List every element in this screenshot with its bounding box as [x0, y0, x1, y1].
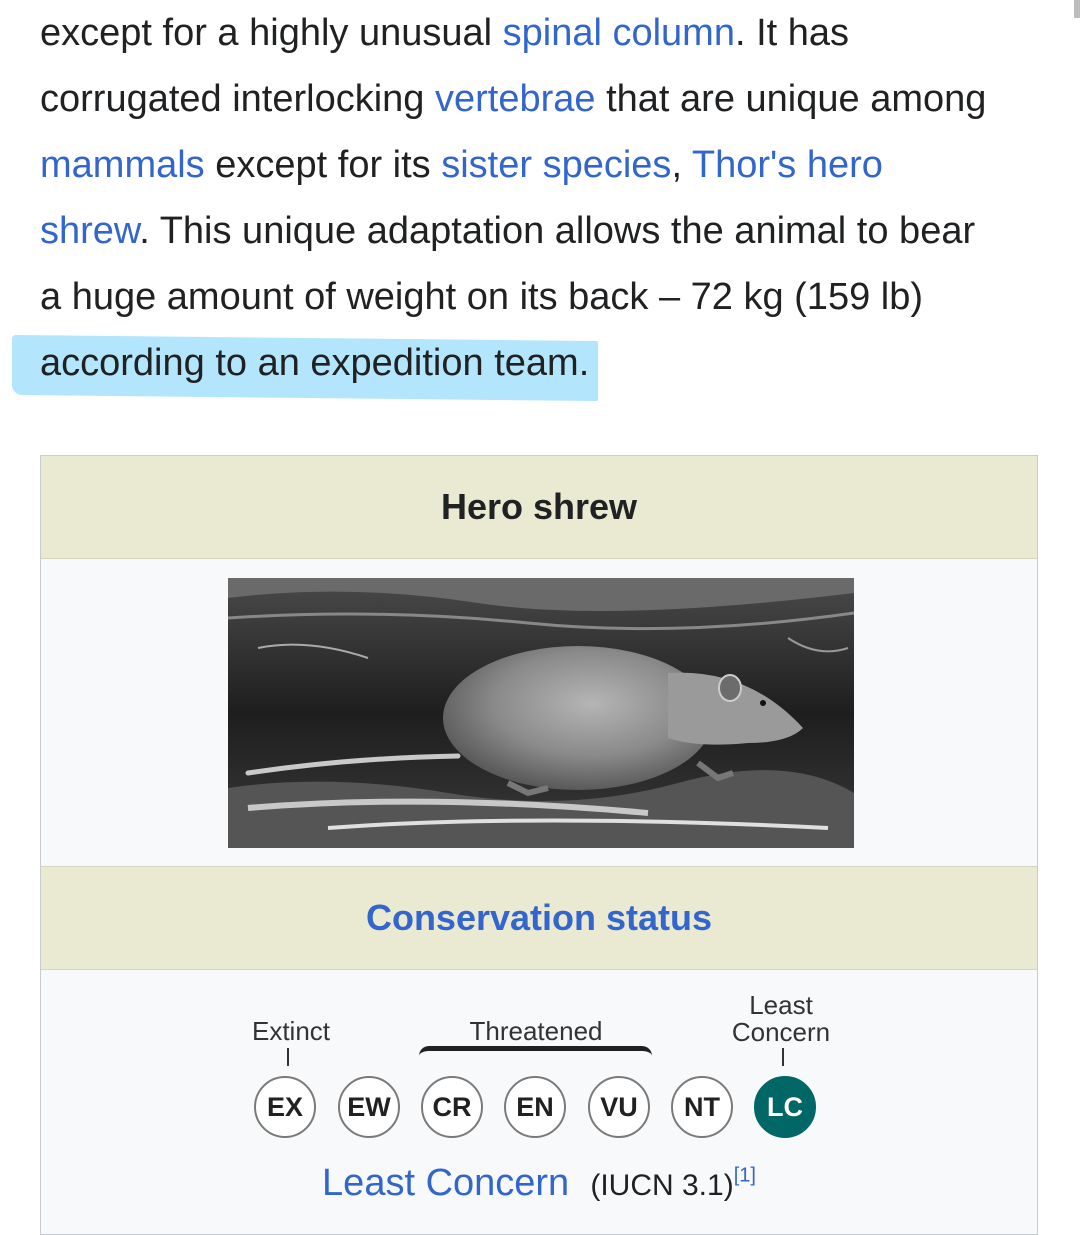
text-segment: ,: [671, 144, 692, 186]
status-lc-button[interactable]: LC: [754, 1076, 816, 1138]
least-concern-label-line1: Least: [749, 990, 813, 1020]
least-concern-link[interactable]: Least Concern: [322, 1162, 569, 1204]
highlighted-text: according to an expedition team: [40, 342, 579, 384]
text-segment: that are unique among: [595, 78, 987, 120]
conservation-status-header[interactable]: Conservation status: [41, 866, 1037, 970]
text-segment: .: [578, 342, 590, 384]
article-link[interactable]: vertebrae: [435, 78, 596, 120]
conservation-status-text: Least Concern (IUCN 3.1)[1]: [41, 1162, 1037, 1205]
extinct-tick: [287, 1048, 289, 1066]
article-link[interactable]: spinal column: [503, 12, 735, 54]
text-segment: except for a highly unusual: [40, 12, 503, 54]
paragraph-line: shrew. This unique adaptation allows the…: [40, 198, 1050, 264]
shrew-illustration: [228, 578, 854, 848]
article-link[interactable]: mammals: [40, 144, 205, 186]
text-segment: corrugated interlocking: [40, 78, 435, 120]
infobox: Hero shrew Conservation status Extinct T…: [40, 455, 1038, 1235]
reference-link[interactable]: [1]: [734, 1164, 756, 1186]
paragraph-line: according to an expedition team.: [40, 330, 1050, 396]
paragraph-line: mammals except for its sister species, T…: [40, 132, 1050, 198]
least-concern-tick: [782, 1048, 784, 1066]
status-ew-button[interactable]: EW: [338, 1076, 400, 1138]
status-cr-button[interactable]: CR: [421, 1076, 483, 1138]
text-segment: . It has: [734, 12, 850, 54]
iucn-version: (IUCN 3.1): [590, 1169, 734, 1202]
article-link[interactable]: sister species: [441, 144, 671, 186]
threatened-label: Threatened: [469, 1016, 603, 1046]
hero-shrew-photo[interactable]: [228, 578, 854, 848]
article-paragraph: except for a highly unusual spinal colum…: [40, 0, 1050, 396]
status-vu-button[interactable]: VU: [588, 1076, 650, 1138]
paragraph-line: corrugated interlocking vertebrae that a…: [40, 66, 1050, 132]
status-nt-button[interactable]: NT: [671, 1076, 733, 1138]
status-en-button[interactable]: EN: [504, 1076, 566, 1138]
article-link[interactable]: Thor's hero: [692, 144, 883, 186]
status-ex-button[interactable]: EX: [254, 1076, 316, 1138]
paragraph-line: except for a highly unusual spinal colum…: [40, 0, 1050, 66]
article-link[interactable]: shrew: [40, 210, 139, 252]
text-segment: . This unique adaptation allows the anim…: [139, 210, 976, 252]
text-segment: a huge amount of weight on its back – 72…: [40, 276, 923, 318]
extinct-label: Extinct: [251, 1016, 331, 1046]
least-concern-label: Least Concern: [721, 992, 841, 1046]
paragraph-line: a huge amount of weight on its back – 72…: [40, 264, 1050, 330]
least-concern-label-line2: Concern: [731, 1017, 831, 1047]
scrollbar-indicator[interactable]: [1074, 0, 1080, 18]
threatened-bracket: [419, 1046, 652, 1065]
infobox-title: Hero shrew: [41, 456, 1037, 559]
text-segment: except for its: [204, 144, 442, 186]
